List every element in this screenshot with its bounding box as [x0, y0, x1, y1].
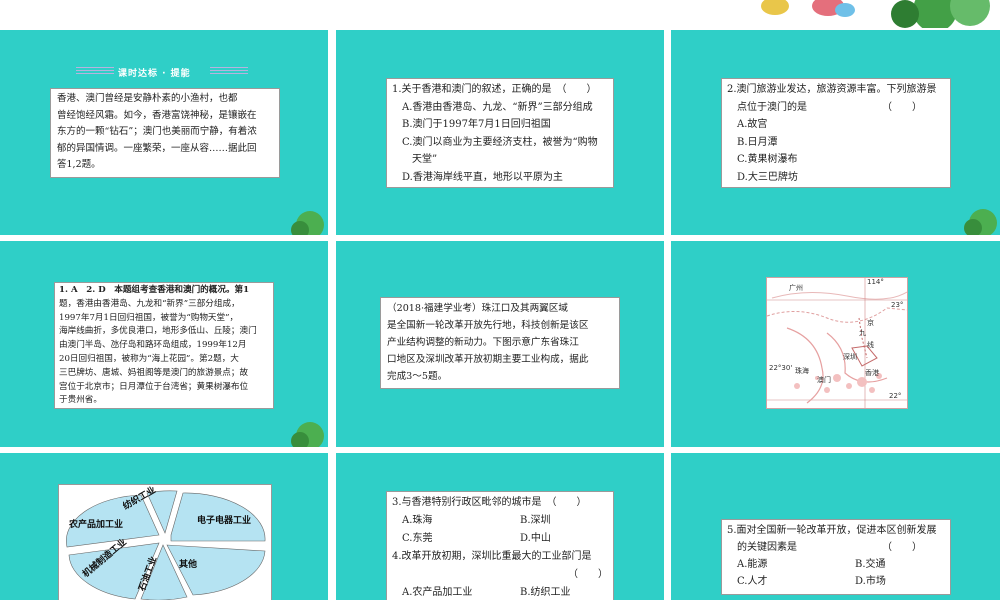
- intro-line: 口地区及深圳改革开放初期主要工业构成，据此: [387, 354, 589, 365]
- intro-line: （2018·福建学业考）珠江口及其两翼区域: [387, 303, 568, 314]
- q3-options-row-2: C.东莞 D.中山: [392, 530, 608, 548]
- answer-line: 于贵州省。: [59, 395, 102, 406]
- map-graphic-icon: [767, 278, 907, 408]
- q5-option-c[interactable]: C.人才: [737, 573, 855, 590]
- option-d[interactable]: D.香港海岸线平直，地形以平原为主: [392, 169, 608, 187]
- flower-tree-decoration-icon: [761, 0, 990, 32]
- slide-2[interactable]: 1.关于香港和澳门的叙述，正确的是 （ ） A.香港由香港岛、九龙、“新界”三部…: [336, 30, 664, 235]
- q4-option-a[interactable]: A.农产品加工业: [402, 584, 520, 600]
- question-card: 5.面对全国新一轮改革开放，促进本区创新发展 的关键因素是 （ ） A.能源 B…: [721, 519, 951, 595]
- q3-option-b[interactable]: B.深圳: [520, 512, 551, 530]
- passage-line: 曾经饱经风霜。如今，香港富饶神秘，是镶嵌在: [57, 109, 257, 121]
- passage-card: 香港、澳门曾经是安静朴素的小渔村，也都 曾经饱经风霜。如今，香港富饶神秘，是镶嵌…: [50, 88, 280, 178]
- slide-5[interactable]: （2018·福建学业考）珠江口及其两翼区域 是全国新一轮改革开放先行地，科技创新…: [336, 241, 664, 447]
- question-line: 点位于澳门的是 （ ）: [727, 101, 922, 113]
- map-label-kowloon-b: 九: [859, 329, 866, 337]
- question-card: 3.与香港特别行政区毗邻的城市是 （ ） A.珠海 B.深圳 C.东莞 D.中山…: [386, 491, 614, 600]
- q5-options-row-2: C.人才 D.市场: [727, 573, 945, 590]
- question-4-paren: （ ）: [568, 569, 608, 580]
- map-label-lon: 114°: [867, 278, 884, 286]
- slide-1[interactable]: 课时达标 · 提能 香港、澳门曾经是安静朴素的小渔村，也都 曾经饱经风霜。如今，…: [0, 30, 328, 235]
- q3-option-d[interactable]: D.中山: [520, 530, 551, 548]
- map-label-shenzhen: 深圳: [843, 353, 857, 361]
- tree-icon: [291, 422, 324, 447]
- map-label-zhuhai: 珠海: [795, 367, 809, 375]
- intro-card: （2018·福建学业考）珠江口及其两翼区域 是全国新一轮改革开放先行地，科技创新…: [380, 297, 620, 389]
- answer-line: 20日回归祖国，被称为“海上花园”。第2题，大: [59, 353, 239, 364]
- answer-line: 1. A 2. D 本题组考查香港和澳门的概况。第1: [59, 285, 250, 295]
- option-b[interactable]: B.日月潭: [727, 134, 945, 152]
- map-label-guangzhou: 广州: [789, 284, 803, 292]
- map-label-lat2230: 22°30': [769, 364, 793, 372]
- intro-line: 产业结构调整的新动力。下图示意广东省珠江: [387, 337, 579, 348]
- header-stripe-left: [76, 67, 114, 74]
- industry-pie-chart: 纺织工业 电子电器工业 其他 石油工业 机械制造工业 农产品加工业: [58, 484, 272, 600]
- intro-line: 完成3～5题。: [387, 371, 448, 382]
- answer-line: 1997年7月1日回归祖国，被誉为“购物天堂”，: [59, 312, 239, 323]
- pearl-river-map: 广州 114° 23° 京 九 线 深圳 22°30' 珠海 澳门 香港 22°: [766, 277, 908, 409]
- question-3: 3.与香港特别行政区毗邻的城市是 （ ）: [392, 497, 587, 508]
- question-card: 2.澳门旅游业发达，旅游资源丰富。下列旅游景 点位于澳门的是 （ ） A.故宫 …: [721, 78, 951, 188]
- option-b[interactable]: B.澳门于1997年7月1日回归祖国: [392, 116, 608, 134]
- q3-option-c[interactable]: C.东莞: [402, 530, 520, 548]
- answer-line: 题，香港由香港岛、九龙和“新界”三部分组成，: [59, 298, 240, 309]
- answer-card: 1. A 2. D 本题组考查香港和澳门的概况。第1 题，香港由香港岛、九龙和“…: [54, 282, 274, 409]
- question-line: 2.澳门旅游业发达，旅游资源丰富。下列旅游景: [727, 84, 937, 95]
- answer-line: 三巴牌坊、唐城、妈祖阁等是澳门的旅游景点；故: [59, 367, 249, 378]
- q3-options-row-1: A.珠海 B.深圳: [392, 512, 608, 530]
- q4-option-b[interactable]: B.纺织工业: [520, 584, 571, 600]
- question-line: 1.关于香港和澳门的叙述，正确的是 （ ）: [392, 84, 597, 95]
- answer-line: 海岸线曲折，多优良港口，地形多低山、丘陵；澳门: [59, 326, 257, 337]
- q5-option-d[interactable]: D.市场: [855, 573, 886, 590]
- tree-icon: [964, 209, 997, 235]
- pie-chart-svg: [66, 490, 266, 600]
- intro-line: 是全国新一轮改革开放先行地，科技创新是该区: [387, 320, 589, 331]
- answer-line: 由澳门半岛、氹仔岛和路环岛组成，1999年12月: [59, 340, 247, 351]
- pie-label-agri: 农产品加工业: [69, 520, 124, 530]
- slide-heading: 课时达标 · 提能: [118, 69, 191, 79]
- q5-options-row-1: A.能源 B.交通: [727, 556, 945, 573]
- tree-icon: [291, 211, 324, 235]
- q5-option-b[interactable]: B.交通: [855, 556, 886, 573]
- slide-8[interactable]: 3.与香港特别行政区毗邻的城市是 （ ） A.珠海 B.深圳 C.东莞 D.中山…: [336, 453, 664, 600]
- passage-line: 香港、澳门曾经是安静朴素的小渔村，也都: [57, 93, 238, 104]
- map-label-lat22: 22°: [889, 392, 902, 400]
- question-5: 5.面对全国新一轮改革开放，促进本区创新发展: [727, 525, 937, 536]
- option-d[interactable]: D.大三巴牌坊: [727, 169, 945, 187]
- passage-line: 东方的一颗“钻石”；澳门也美丽而宁静，有着浓: [57, 126, 257, 137]
- q5-option-a[interactable]: A.能源: [737, 556, 855, 573]
- map-label-kowloon-c: 线: [867, 341, 874, 349]
- question-card: 1.关于香港和澳门的叙述，正确的是 （ ） A.香港由香港岛、九龙、“新界”三部…: [386, 78, 614, 188]
- option-c[interactable]: C.澳门以商业为主要经济支柱，被誉为“购物: [392, 134, 608, 152]
- passage-line: 郁的异国情调。一座繁荣，一座从容……据此回: [57, 142, 257, 154]
- option-c-cont: 天堂”: [402, 154, 438, 165]
- pie-label-electronics: 电子电器工业: [197, 516, 252, 526]
- question-4: 4.改革开放初期，深圳比重最大的工业部门是: [392, 551, 592, 562]
- header-stripe-right: [210, 67, 248, 74]
- slide-4[interactable]: 1. A 2. D 本题组考查香港和澳门的概况。第1 题，香港由香港岛、九龙和“…: [0, 241, 328, 447]
- q3-option-a[interactable]: A.珠海: [402, 512, 520, 530]
- slide-7[interactable]: 纺织工业 电子电器工业 其他 石油工业 机械制造工业 农产品加工业: [0, 453, 328, 600]
- slide-9[interactable]: 5.面对全国新一轮改革开放，促进本区创新发展 的关键因素是 （ ） A.能源 B…: [671, 453, 1000, 600]
- passage-line: 答1,2题。: [57, 159, 101, 170]
- question-5-cont: 的关键因素是 （ ）: [727, 542, 922, 553]
- slide-3[interactable]: 2.澳门旅游业发达，旅游资源丰富。下列旅游景 点位于澳门的是 （ ） A.故宫 …: [671, 30, 1000, 235]
- top-decoration: [680, 0, 1000, 32]
- pie-label-other: 其他: [179, 560, 198, 570]
- option-a[interactable]: A.香港由香港岛、九龙、“新界”三部分组成: [392, 99, 608, 117]
- option-c[interactable]: C.黄果树瀑布: [727, 151, 945, 169]
- map-label-hongkong: 香港: [865, 369, 879, 377]
- option-a[interactable]: A.故宫: [727, 116, 945, 134]
- map-label-lat23: 23°: [891, 301, 904, 309]
- map-label-macau: 澳门: [817, 376, 831, 384]
- slide-6[interactable]: 广州 114° 23° 京 九 线 深圳 22°30' 珠海 澳门 香港 22°: [671, 241, 1000, 447]
- answer-line: 宫位于北京市；日月潭位于台湾省；黄果树瀑布位: [59, 381, 249, 392]
- map-label-kowloon-a: 京: [867, 319, 874, 327]
- q4-options-row-1: A.农产品加工业 B.纺织工业: [392, 584, 608, 600]
